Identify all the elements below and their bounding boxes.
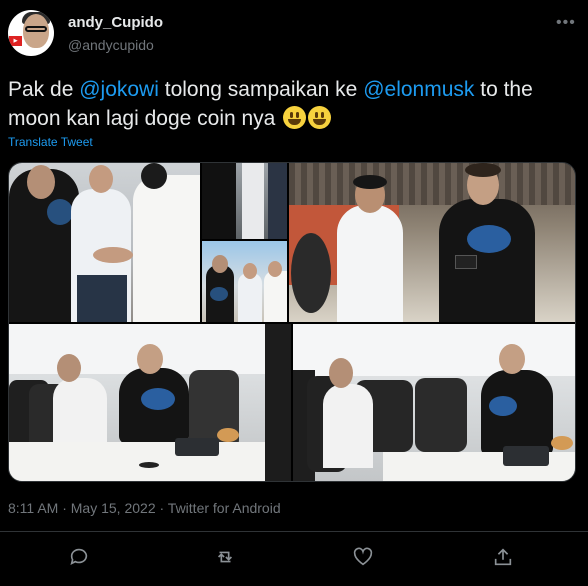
mention-elonmusk[interactable]: @elonmusk <box>363 78 474 101</box>
grinning-face-emoji <box>283 106 307 129</box>
more-icon[interactable]: ••• <box>556 14 576 32</box>
tweet-timestamp[interactable]: 8:11 AM · May 15, 2022 · Twitter for And… <box>8 500 281 516</box>
photo-factory-phone[interactable] <box>289 163 575 322</box>
avatar[interactable]: ▶ <box>8 10 54 56</box>
media-grid <box>8 162 576 482</box>
tweet: ▶ andy_Cupido @andycupido ••• Pak de @jo… <box>0 0 588 586</box>
tweet-text: Pak de @jokowi tolong sampaikan ke @elon… <box>8 78 533 130</box>
photo-handshake[interactable] <box>9 163 200 322</box>
photo-meeting-2[interactable] <box>293 324 575 481</box>
like-icon[interactable] <box>350 544 376 570</box>
mention-jokowi[interactable]: @jokowi <box>79 78 159 101</box>
photo-walking[interactable] <box>202 163 287 239</box>
share-icon[interactable] <box>490 544 516 570</box>
author-handle[interactable]: @andycupido <box>68 37 154 53</box>
grinning-face-emoji <box>308 106 332 129</box>
author-display-name[interactable]: andy_Cupido <box>68 14 163 31</box>
retweet-icon[interactable] <box>212 544 238 570</box>
photo-group[interactable] <box>202 241 287 322</box>
translate-tweet-link[interactable]: Translate Tweet <box>8 135 93 149</box>
reply-icon[interactable] <box>66 544 92 570</box>
divider <box>0 531 588 532</box>
photo-meeting-1[interactable] <box>9 324 291 481</box>
